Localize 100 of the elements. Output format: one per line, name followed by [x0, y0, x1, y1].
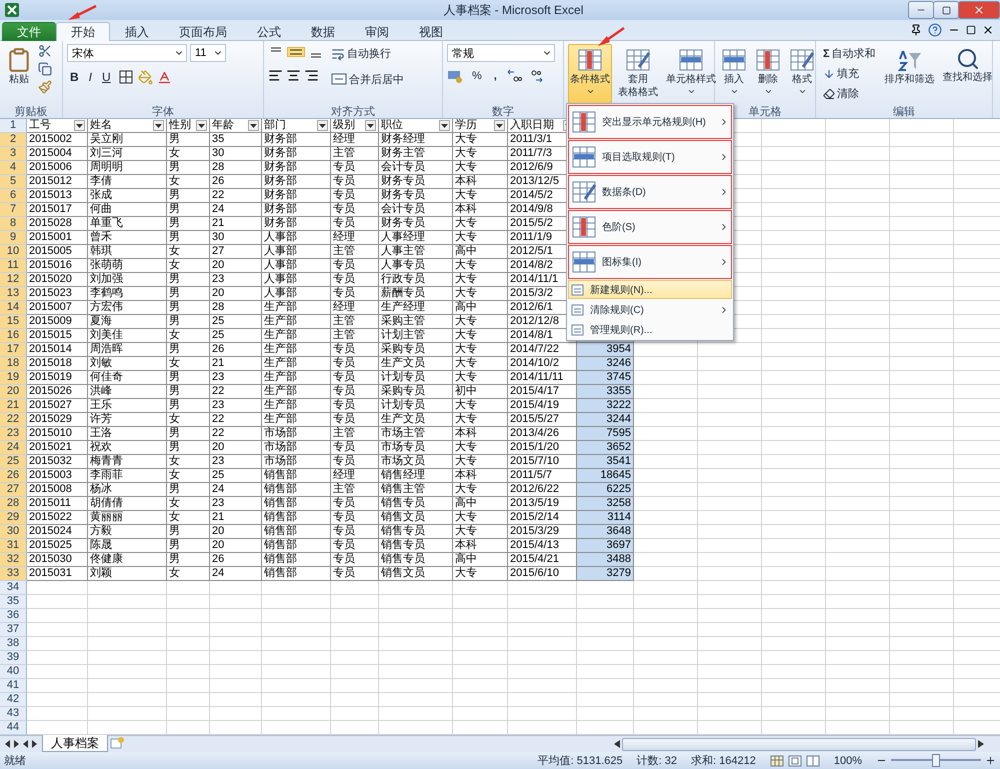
merge-center-button[interactable]: 合并后居中 — [328, 69, 407, 89]
table-cell: 主管 — [331, 147, 379, 161]
underline-button[interactable]: U — [99, 68, 114, 86]
empty-cell — [167, 679, 210, 693]
table-cell: 26 — [210, 175, 262, 189]
menu-item[interactable]: 图标集(I) — [568, 245, 732, 279]
table-cell: 大专 — [453, 483, 508, 497]
cell-styles-button[interactable]: 单元格样式 — [664, 44, 718, 104]
empty-cell — [762, 413, 826, 427]
table-cell: 销售主管 — [379, 483, 453, 497]
sheet-tab[interactable]: 人事档案 — [42, 735, 108, 752]
wrap-text-button[interactable]: 自动换行 — [328, 44, 407, 63]
cut-icon[interactable] — [38, 44, 52, 58]
restore-icon[interactable] — [966, 25, 976, 35]
empty-cell — [210, 595, 262, 609]
decimal-increase-icon[interactable] — [506, 68, 522, 84]
ribbon-tab[interactable]: 审阅 — [350, 22, 404, 41]
normal-view-icon[interactable] — [770, 754, 784, 766]
align-middle-button[interactable] — [287, 47, 305, 57]
filter-button[interactable] — [153, 120, 164, 131]
autosum-button[interactable]: Σ 自动求和 — [820, 44, 879, 63]
cells-button[interactable]: 格式 — [787, 44, 817, 104]
table-cell: 2015013 — [27, 189, 88, 203]
table-cell: 本科 — [453, 175, 508, 189]
pin-icon[interactable] — [910, 24, 922, 36]
empty-cell — [634, 595, 698, 609]
scroll-left-icon[interactable] — [614, 740, 620, 748]
currency-icon[interactable] — [447, 68, 463, 84]
empty-cell — [210, 623, 262, 637]
font-size-field[interactable]: 11 — [190, 44, 226, 62]
empty-cell — [262, 609, 331, 623]
page-break-icon[interactable] — [806, 754, 820, 766]
italic-button[interactable]: I — [86, 68, 96, 86]
filter-button[interactable] — [365, 120, 376, 131]
menu-item[interactable]: 色阶(S) — [568, 210, 732, 244]
cells-button[interactable]: 删除 — [753, 44, 783, 104]
ribbon-tab[interactable]: 开始 — [56, 22, 110, 41]
menu-item[interactable]: 新建规则(N)... — [568, 280, 732, 299]
filter-button[interactable] — [196, 120, 207, 131]
help-icon[interactable] — [928, 23, 942, 37]
format-painter-icon[interactable] — [38, 80, 52, 94]
page-layout-icon[interactable] — [788, 754, 802, 766]
ribbon-tab[interactable]: 插入 — [110, 22, 164, 41]
empty-cell — [262, 595, 331, 609]
maximize-button[interactable] — [933, 1, 959, 19]
ribbon-tab[interactable]: 公式 — [242, 22, 296, 41]
conditional-format-button[interactable]: 条件格式 — [568, 44, 612, 104]
scrollbar-thumb[interactable] — [622, 738, 976, 750]
close-icon[interactable] — [982, 24, 994, 36]
empty-cell — [890, 497, 954, 511]
empty-cell — [210, 651, 262, 665]
table-cell: 高中 — [453, 553, 508, 567]
percent-button[interactable]: % — [469, 68, 485, 84]
table-cell: 专员 — [331, 497, 379, 511]
ribbon-tab[interactable]: 文件 — [2, 22, 56, 41]
fill-color-icon[interactable] — [138, 70, 153, 84]
number-format-field[interactable]: 常规 — [447, 44, 555, 62]
align-center-icon[interactable] — [286, 68, 301, 83]
align-left-icon[interactable] — [268, 68, 283, 83]
filter-button[interactable] — [248, 120, 259, 131]
font-color-icon[interactable] — [156, 70, 172, 84]
table-cell: 大专 — [453, 133, 508, 147]
ribbon-tab[interactable]: 数据 — [296, 22, 350, 41]
zoom-in-icon[interactable] — [985, 755, 996, 766]
table-cell: 2015029 — [27, 413, 88, 427]
dropdown-icon — [250, 124, 257, 128]
borders-icon[interactable] — [118, 69, 134, 85]
cells-button[interactable]: 插入 — [719, 44, 749, 104]
menu-item[interactable]: 项目选取规则(T) — [568, 140, 732, 174]
table-cell: 23 — [210, 273, 262, 287]
table-cell: 21 — [210, 357, 262, 371]
ribbon-tab[interactable]: 视图 — [404, 22, 458, 41]
table-cell: 专员 — [331, 175, 379, 189]
paste-button[interactable]: 粘贴 — [4, 44, 34, 104]
filter-button[interactable] — [74, 120, 85, 131]
filter-button[interactable] — [494, 120, 505, 131]
ribbon-tab[interactable]: 页面布局 — [164, 22, 242, 41]
filter-button[interactable] — [317, 120, 328, 131]
clear-button[interactable]: 清除 — [820, 84, 879, 103]
status-sum: 求和: 164212 — [691, 754, 756, 768]
table-cell: 大专 — [453, 399, 508, 413]
sort-filter-button[interactable]: 排序和筛选 — [882, 44, 937, 104]
align-right-icon[interactable] — [304, 68, 319, 83]
empty-cell — [762, 273, 826, 287]
empty-cell — [826, 707, 890, 721]
table-format-button[interactable]: 套用 表格格式 — [616, 44, 660, 104]
filter-button[interactable] — [439, 120, 450, 131]
bold-button[interactable]: B — [67, 68, 82, 86]
close-button[interactable] — [958, 1, 1000, 19]
menu-item[interactable]: 数据条(D) — [568, 175, 732, 209]
row-number: 10 — [0, 245, 27, 259]
find-select-button[interactable]: 查找和选择 — [940, 44, 995, 104]
comma-button[interactable]: , — [490, 68, 500, 84]
fill-button[interactable]: 填充 — [820, 64, 879, 83]
scroll-right-icon[interactable] — [978, 740, 984, 748]
new-sheet-icon[interactable] — [108, 736, 126, 750]
copy-icon[interactable] — [38, 62, 52, 76]
slider-thumb[interactable] — [932, 754, 940, 767]
font-name-field[interactable]: 宋体 — [67, 44, 187, 62]
menu-item[interactable]: 突出显示单元格规则(H) — [568, 105, 732, 139]
